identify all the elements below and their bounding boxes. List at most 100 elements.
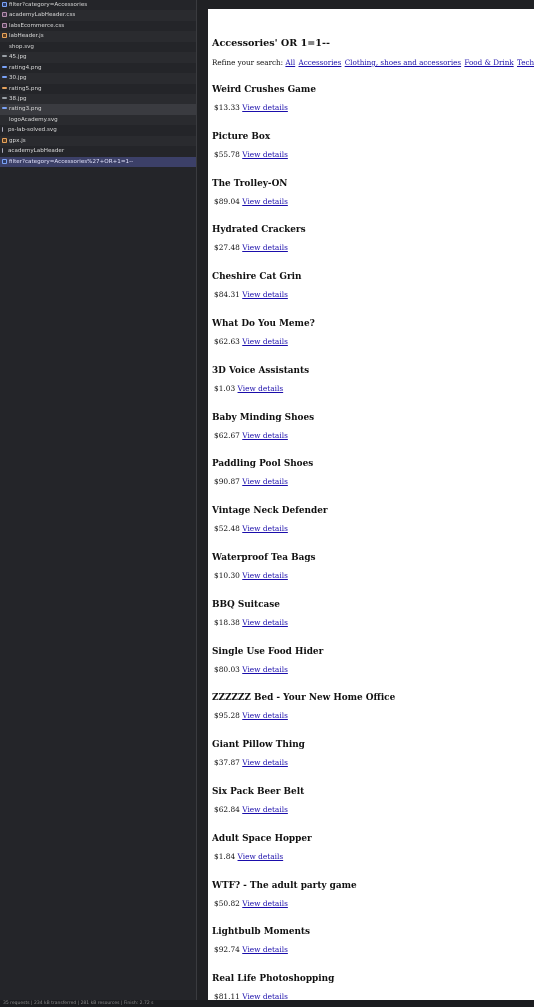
view-details-link[interactable]: View details: [242, 197, 288, 206]
request-row[interactable]: logoAcademy.svg: [0, 114, 196, 126]
product-name: Picture Box: [212, 131, 271, 142]
view-details-link[interactable]: View details: [242, 524, 288, 533]
product-name: Single Use Food Hider: [212, 646, 324, 657]
product-name: Real Life Photoshopping: [212, 974, 335, 985]
category-link[interactable]: All: [285, 58, 295, 67]
view-details-link[interactable]: View details: [242, 992, 288, 1000]
product-name: Adult Space Hopper: [212, 833, 312, 844]
product-price: $10.30: [214, 571, 240, 580]
product-price: $95.28: [214, 711, 240, 721]
product-price: $62.63: [214, 337, 240, 346]
view-details-link[interactable]: View details: [242, 758, 288, 767]
category-link[interactable]: Clothing, shoes and accessories: [345, 58, 461, 67]
websocket-icon: [2, 148, 6, 154]
script-icon: [2, 137, 7, 143]
request-row[interactable]: rating4.png: [0, 63, 196, 73]
request-name: logoAcademy.svg: [9, 116, 58, 123]
request-row[interactable]: 38.jpg: [0, 93, 196, 105]
script-icon: [2, 33, 7, 39]
product-item: Hydrated Crackers $27.48 View details: [212, 225, 306, 252]
refine-label: Refine your search:: [212, 58, 284, 67]
view-details-link[interactable]: View details: [238, 384, 284, 393]
request-row[interactable]: rating3.png: [0, 104, 196, 115]
product-item: Weird Crushes Game $13.33 View details: [212, 85, 316, 112]
request-name: rating4.png: [9, 64, 42, 71]
view-details-link[interactable]: View details: [242, 618, 288, 627]
product-name: WTF? - The adult party game: [212, 880, 357, 891]
product-name: Weird Crushes Game: [212, 85, 316, 95]
font-icon: [2, 127, 6, 133]
request-name: 45.jpg: [9, 54, 27, 61]
view-details-link[interactable]: View details: [242, 805, 288, 814]
product-name: Giant Pillow Thing: [212, 740, 305, 751]
stylesheet-icon: [2, 22, 7, 28]
view-details-link[interactable]: View details: [242, 945, 288, 954]
stylesheet-icon: [2, 12, 7, 18]
view-details-link[interactable]: View details: [242, 431, 288, 440]
request-row[interactable]: filter?category=Accessories%27+OR+1=1--: [0, 156, 196, 167]
product-item: The Trolley-ON $89.04 View details: [212, 179, 288, 206]
category-link[interactable]: Food & Drink: [464, 58, 513, 67]
request-name: rating5.png: [9, 85, 42, 92]
request-row[interactable]: labsEcommerce.css: [0, 21, 196, 31]
request-row[interactable]: shop.svg: [0, 42, 196, 52]
image-icon: [2, 76, 7, 79]
product-price: $92.74: [214, 945, 240, 955]
view-details-link[interactable]: View details: [242, 477, 288, 486]
product-name: Baby Minding Shoes: [212, 412, 315, 423]
product-price: $89.04: [214, 196, 240, 206]
category-link[interactable]: Tech gifts: [517, 58, 534, 67]
request-name: rating3.png: [9, 106, 42, 113]
request-row[interactable]: filter?category=Accessories: [0, 0, 196, 10]
view-details-link[interactable]: View details: [242, 899, 288, 908]
svg-icon: [2, 117, 7, 122]
product-name: Six Pack Beer Belt: [212, 787, 305, 797]
product-price: $1.84: [214, 851, 236, 861]
view-details-link[interactable]: View details: [242, 337, 288, 346]
product-item: Single Use Food Hider $80.03 View details: [212, 647, 323, 674]
document-icon: [2, 2, 7, 7]
request-row[interactable]: 30.jpg: [0, 73, 196, 84]
request-row[interactable]: 45.jpg: [0, 52, 196, 63]
request-row[interactable]: labHeader.js: [0, 31, 196, 42]
page-title: Accessories' OR 1=1--: [212, 38, 330, 49]
request-row[interactable]: academyLabHeader.css: [0, 10, 196, 21]
product-item: BBQ Suitcase $18.38 View details: [212, 600, 288, 627]
request-name: ps-lab-solved.svg: [8, 127, 57, 134]
product-item: Waterproof Tea Bags $10.30 View details: [212, 553, 316, 580]
request-row[interactable]: ps-lab-solved.svg: [0, 125, 196, 135]
request-row[interactable]: gpx.js: [0, 135, 196, 147]
image-icon: [2, 86, 7, 89]
request-name: labHeader.js: [9, 33, 44, 40]
product-item: Picture Box $55.78 View details: [212, 132, 288, 159]
view-details-link[interactable]: View details: [238, 852, 284, 861]
view-details-link[interactable]: View details: [242, 150, 288, 159]
request-row[interactable]: academyLabHeader: [0, 146, 196, 156]
status-bar: 35 requests | 234 kB transferred | 281 k…: [0, 1000, 534, 1007]
product-item: Six Pack Beer Belt $62.84 View details: [212, 787, 304, 814]
view-details-link[interactable]: View details: [242, 665, 288, 674]
product-name: Vintage Neck Defender: [212, 506, 328, 517]
category-link[interactable]: Accessories: [299, 58, 342, 67]
product-price: $1.03: [214, 383, 236, 393]
document-icon: [2, 158, 7, 164]
product-price: $55.78: [214, 149, 240, 159]
image-icon: [2, 55, 7, 58]
view-details-link[interactable]: View details: [242, 290, 288, 299]
product-price: $62.67: [214, 430, 240, 440]
view-details-link[interactable]: View details: [242, 103, 288, 112]
product-name: Waterproof Tea Bags: [212, 553, 316, 563]
panel-divider[interactable]: [197, 0, 208, 1000]
request-row[interactable]: rating5.png: [0, 84, 196, 94]
request-name: gpx.js: [9, 137, 26, 144]
product-item: 3D Voice Assistants $1.03 View details: [212, 366, 309, 393]
view-details-link[interactable]: View details: [242, 243, 288, 252]
request-name: 30.jpg: [9, 75, 27, 82]
product-name: Paddling Pool Shoes: [212, 459, 314, 470]
product-item: WTF? - The adult party game $50.82 View d…: [212, 881, 357, 908]
product-item: Real Life Photoshopping $81.11 View detai…: [212, 974, 334, 1000]
view-details-link[interactable]: View details: [242, 571, 288, 580]
view-details-link[interactable]: View details: [242, 711, 288, 720]
product-name: BBQ Suitcase: [212, 599, 280, 610]
request-name: academyLabHeader.css: [9, 12, 76, 19]
